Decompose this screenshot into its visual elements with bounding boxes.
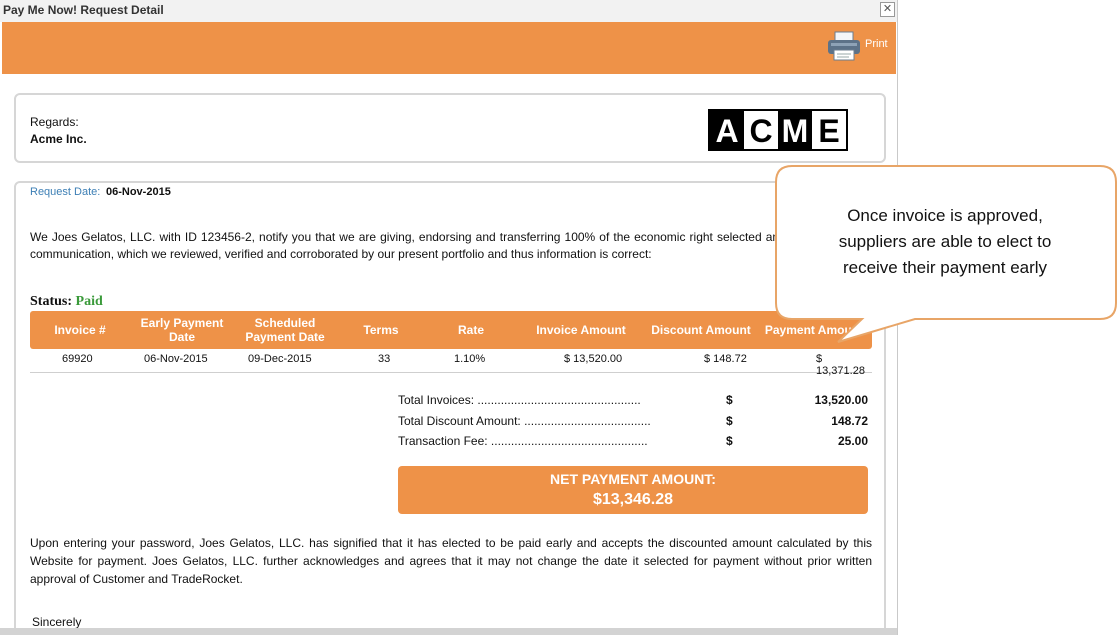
- acknowledgement-text: Upon entering your password, Joes Gelato…: [30, 536, 872, 586]
- toolbar: [2, 22, 896, 74]
- col-discount-amount: Discount Amount: [651, 323, 751, 337]
- col-invoice: Invoice #: [54, 323, 106, 337]
- cell-payment-amount: $ 13,371.28: [816, 353, 865, 377]
- cell-discount-amount: $ 148.72: [704, 353, 747, 365]
- request-date-label: Request Date:: [30, 186, 101, 198]
- col-payment-amount: Payment Amount: [764, 323, 864, 337]
- total-discount-label: Total Discount Amount: .................…: [398, 414, 651, 428]
- window-title: Pay Me Now! Request Detail: [3, 3, 164, 17]
- request-detail-window: Pay Me Now! Request Detail ✕ Print Regar…: [0, 0, 898, 635]
- table-row: 69920 06-Nov-2015 09-Dec-2015 33 1.10% $…: [30, 350, 872, 377]
- printer-icon[interactable]: [827, 31, 861, 61]
- col-invoice-amount: Invoice Amount: [536, 323, 626, 337]
- svg-text:M: M: [782, 113, 809, 149]
- svg-text:C: C: [749, 113, 772, 149]
- header-card: Regards: Acme Inc. A C M E: [14, 93, 886, 163]
- regards-label: Regards:: [30, 115, 79, 129]
- invoice-table-header: Invoice # Early Payment Date Scheduled P…: [30, 311, 872, 349]
- print-button[interactable]: Print: [865, 38, 888, 50]
- status-label: Status:: [30, 294, 73, 309]
- callout-line: Once invoice is approved,: [847, 206, 1043, 225]
- status-badge: Paid: [75, 294, 103, 309]
- notice-card: We Joes Gelatos, LLC. with ID 123456-2, …: [14, 181, 886, 635]
- cell-invoice-amount: $ 13,520.00: [564, 353, 623, 365]
- svg-text:E: E: [818, 113, 839, 149]
- col-scheduled-date: Scheduled Payment Date: [245, 316, 325, 344]
- callout-line: suppliers are able to elect to: [838, 232, 1052, 251]
- status: Status: Paid: [30, 294, 103, 310]
- col-terms: Terms: [363, 323, 399, 337]
- total-discount-currency: $: [726, 414, 733, 428]
- net-payment-value: $13,346.28: [592, 491, 674, 508]
- net-payment-banner: NET PAYMENT AMOUNT: $13,346.28: [398, 466, 868, 514]
- transaction-fee-value: 25.00: [837, 434, 868, 448]
- col-rate: Rate: [457, 323, 484, 337]
- callout-line: receive their payment early: [842, 258, 1048, 277]
- cell-invoice: 69920: [62, 353, 93, 365]
- window-bottom-border: [0, 628, 897, 635]
- company-name: Acme Inc.: [30, 132, 87, 146]
- title-bar: Pay Me Now! Request Detail ✕: [0, 0, 897, 22]
- transaction-fee-label: Transaction Fee: .......................…: [398, 434, 648, 448]
- total-invoices-currency: $: [726, 393, 733, 407]
- col-early-date: Early Payment Date: [140, 316, 224, 344]
- net-payment-label: NET PAYMENT AMOUNT:: [550, 471, 716, 487]
- callout-text: Once invoice is approved, suppliers are …: [790, 203, 1100, 281]
- cell-early-date: 06-Nov-2015: [144, 353, 208, 365]
- transaction-fee-currency: $: [726, 434, 733, 448]
- close-icon[interactable]: ✕: [880, 2, 895, 17]
- closing-text: Sincerely: [32, 615, 82, 629]
- total-invoices-label: Total Invoices: ........................…: [398, 393, 641, 407]
- cell-scheduled-date: 09-Dec-2015: [248, 353, 312, 365]
- total-discount-value: 148.72: [831, 414, 868, 428]
- total-invoices-value: 13,520.00: [814, 393, 868, 407]
- notice-intro: We Joes Gelatos, LLC. with ID 123456-2, …: [30, 230, 854, 261]
- cell-rate: 1.10%: [454, 353, 486, 365]
- cell-terms: 33: [378, 353, 391, 365]
- request-date-value: 06-Nov-2015: [106, 186, 171, 198]
- acme-logo: A C M E: [708, 109, 848, 151]
- svg-text:A: A: [715, 113, 738, 149]
